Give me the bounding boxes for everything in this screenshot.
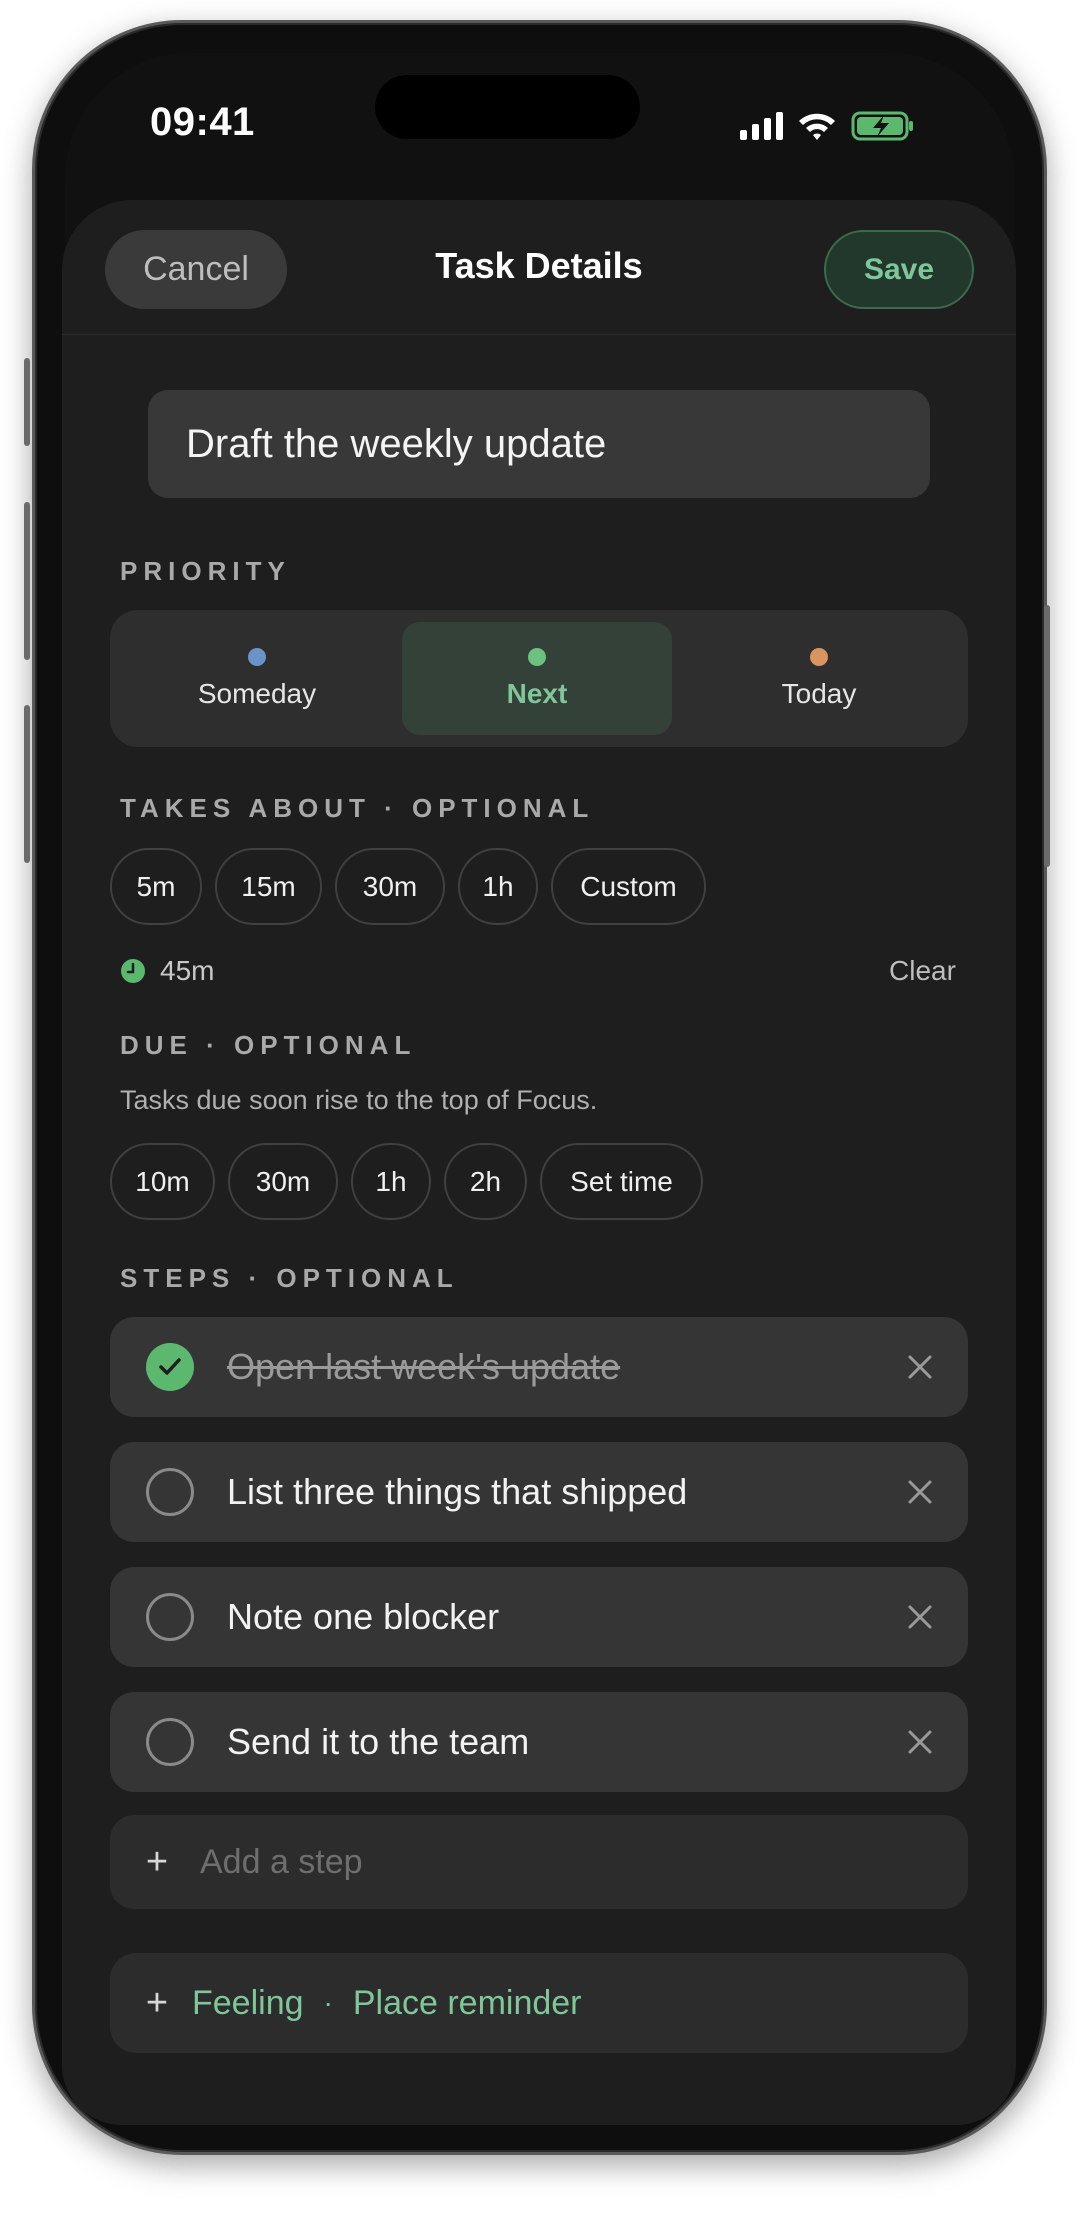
task-title-input[interactable]: Draft the weekly update [148,390,930,498]
due-chip-10m[interactable]: 10m [110,1143,215,1220]
power-button [1044,605,1050,867]
priority-label: PRIORITY [120,556,291,586]
duration-chip-15m[interactable]: 15m [215,848,322,925]
due-chip-30m[interactable]: 30m [228,1143,338,1220]
step-checkbox-checked[interactable] [146,1343,194,1391]
remove-step-icon[interactable] [904,1476,936,1508]
step-text[interactable]: List three things that shipped [227,1442,687,1542]
add-step-placeholder: Add a step [200,1842,363,1881]
step-text[interactable]: Note one blocker [227,1567,499,1667]
status-time: 09:41 [150,100,255,144]
plus-icon: + [145,1981,169,2024]
priority-segmented-control: Someday Next Today [110,610,968,747]
step-text[interactable]: Open last week's update [227,1317,620,1417]
extras-row: + Feeling · Place reminder [110,1953,968,2053]
blue-dot-icon [248,647,266,666]
separator-dot: · [323,1987,333,2018]
plus-icon: + [145,1840,169,1883]
duration-chip-5m[interactable]: 5m [110,848,202,925]
priority-option-someday[interactable]: Someday [122,622,392,735]
due-chip-1h[interactable]: 1h [351,1143,431,1220]
save-button[interactable]: Save [824,230,974,309]
step-item: Open last week's update [110,1317,968,1417]
remove-step-icon[interactable] [904,1351,936,1383]
status-icons [740,110,915,142]
step-item: Send it to the team [110,1692,968,1792]
due-chips: 10m 30m 1h 2h Set time [110,1143,703,1220]
green-dot-icon [528,647,546,666]
volume-up-button [24,502,30,660]
orange-dot-icon [810,647,828,666]
checkmark-icon [159,1358,181,1375]
due-chip-2h[interactable]: 2h [444,1143,527,1220]
nav-bar: Cancel Task Details Save [62,200,1016,335]
priority-option-label: Next [506,677,568,709]
cellular-signal-icon [740,112,783,140]
step-item: List three things that shipped [110,1442,968,1542]
wifi-icon [799,113,835,140]
steps-label: STEPS · OPTIONAL [120,1263,459,1293]
step-checkbox[interactable] [146,1468,194,1516]
step-text[interactable]: Send it to the team [227,1692,529,1792]
duration-current: 45m [120,955,214,987]
step-checkbox[interactable] [146,1718,194,1766]
priority-option-label: Today [781,677,857,709]
feeling-button[interactable]: Feeling [192,1984,304,2023]
priority-option-today[interactable]: Today [684,622,954,735]
dynamic-island [375,75,640,139]
battery-charging-icon [851,111,913,141]
action-button [24,358,30,446]
duration-chip-30m[interactable]: 30m [335,848,445,925]
volume-down-button [24,705,30,863]
task-details-sheet: Cancel Task Details Save Draft the weekl… [62,200,1016,2125]
duration-chip-1h[interactable]: 1h [458,848,538,925]
clock-icon [121,959,145,983]
priority-option-label: Someday [197,677,317,709]
remove-step-icon[interactable] [904,1726,936,1758]
due-hint: Tasks due soon rise to the top of Focus. [120,1085,598,1115]
step-checkbox[interactable] [146,1593,194,1641]
duration-chips: 5m 15m 30m 1h Custom [110,848,706,925]
due-label: DUE · OPTIONAL [120,1030,417,1060]
clear-duration-button[interactable]: Clear [889,955,956,987]
step-item: Note one blocker [110,1567,968,1667]
place-reminder-button[interactable]: Place reminder [353,1984,582,2023]
remove-step-icon[interactable] [904,1601,936,1633]
duration-value: 45m [160,955,215,986]
add-step-input[interactable]: + Add a step [110,1815,968,1909]
duration-label: TAKES ABOUT · OPTIONAL [120,793,595,823]
priority-option-next[interactable]: Next [402,622,672,735]
due-chip-set-time[interactable]: Set time [540,1143,703,1220]
duration-chip-custom[interactable]: Custom [551,848,706,925]
